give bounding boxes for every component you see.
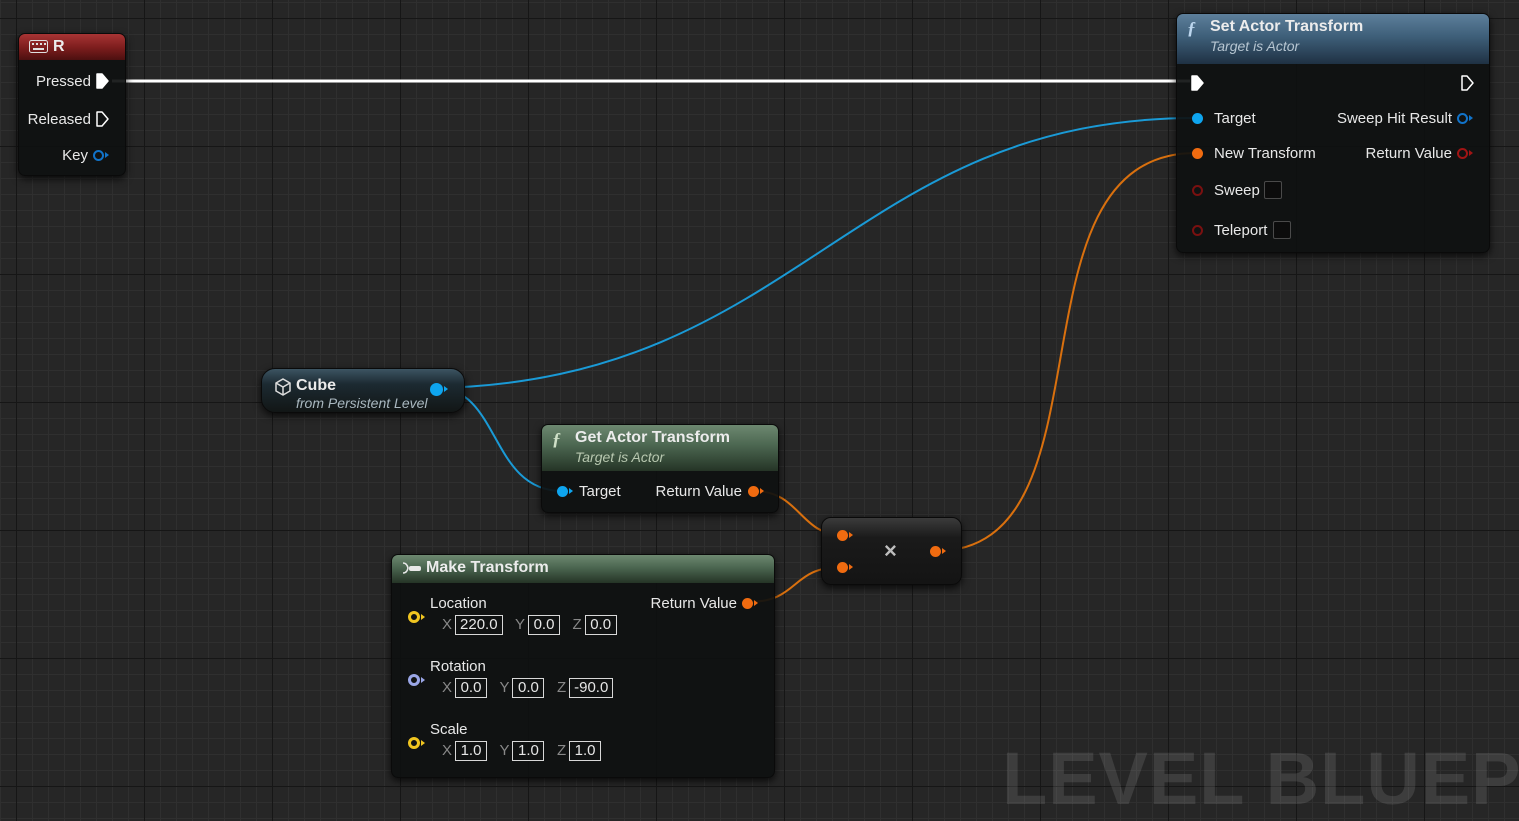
scale-label: Scale [430, 721, 468, 738]
get-return-value-pin[interactable] [748, 486, 759, 497]
get-return-arrow [760, 488, 764, 494]
sweep-pin[interactable] [1192, 185, 1203, 196]
sweep-hit-result-label: Sweep Hit Result [1336, 110, 1452, 127]
pressed-exec-pin[interactable] [96, 73, 109, 89]
teleport-label: Teleport [1214, 222, 1268, 239]
teleport-pin[interactable] [1192, 225, 1203, 236]
released-exec-pin[interactable] [96, 111, 109, 127]
location-x-field[interactable]: 220.0 [455, 615, 503, 635]
multiply-input-a-pin[interactable] [837, 530, 848, 541]
sweep-checkbox[interactable] [1264, 181, 1282, 199]
sweep-hit-result-pin[interactable] [1457, 113, 1468, 124]
released-label: Released [27, 111, 91, 128]
location-y-axis: Y [515, 616, 526, 633]
scale-y-field[interactable]: 1.0 [512, 741, 545, 761]
location-z-axis: Z [572, 616, 582, 633]
rotation-label: Rotation [430, 658, 486, 675]
rotation-x-axis: X [442, 679, 453, 696]
set-actor-transform-header: ƒ Set Actor Transform Target is Actor [1177, 14, 1489, 64]
multiply-a-arrow [849, 532, 853, 538]
rotation-pin[interactable] [408, 674, 420, 686]
make-return-value-label: Return Value [650, 595, 737, 612]
multiply-symbol: × [884, 538, 897, 563]
scale-y-axis: Y [499, 742, 510, 759]
location-fields: X 220.0 Y 0.0 Z 0.0 [442, 615, 625, 635]
location-label: Location [430, 595, 487, 612]
set-actor-transform-title: Set Actor Transform [1210, 18, 1364, 35]
make-return-value-pin[interactable] [742, 598, 753, 609]
get-actor-transform-node[interactable]: ƒ Get Actor Transform Target is Actor Ta… [541, 424, 779, 513]
get-target-arrow [569, 488, 573, 494]
rotation-y-axis: Y [499, 679, 510, 696]
multiply-input-b-pin[interactable] [837, 562, 848, 573]
multiply-transform-node[interactable]: × [821, 517, 962, 585]
new-transform-pin[interactable] [1192, 148, 1203, 159]
scale-pin[interactable] [408, 737, 420, 749]
key-pin-arrow [105, 152, 109, 158]
set-return-arrow [1469, 150, 1473, 156]
set-target-pin[interactable] [1192, 113, 1203, 124]
key-label: Key [62, 147, 88, 164]
set-return-value-pin[interactable] [1457, 148, 1468, 159]
rotation-fields: X 0.0 Y 0.0 Z -90.0 [442, 678, 621, 698]
rotation-z-field[interactable]: -90.0 [569, 678, 614, 698]
set-transform-exec-in-pin[interactable] [1191, 75, 1204, 91]
set-target-label: Target [1214, 110, 1256, 127]
keyboard-icon [29, 40, 48, 58]
sweep-label: Sweep [1214, 182, 1260, 199]
multiply-out-arrow [942, 548, 946, 554]
rotation-z-axis: Z [556, 679, 567, 696]
location-arrow [421, 614, 425, 620]
multiply-output-pin[interactable] [930, 546, 941, 557]
make-transform-title: Make Transform [426, 559, 549, 576]
function-icon: ƒ [1187, 18, 1196, 38]
scale-z-field[interactable]: 1.0 [569, 741, 602, 761]
scale-x-field[interactable]: 1.0 [455, 741, 488, 761]
set-actor-transform-subtitle: Target is Actor [1210, 38, 1300, 54]
rotation-x-field[interactable]: 0.0 [455, 678, 488, 698]
scale-x-axis: X [442, 742, 453, 759]
get-return-value-label: Return Value [655, 483, 742, 500]
cube-output-pin[interactable] [430, 383, 443, 396]
rotation-arrow [421, 677, 425, 683]
cube-title: Cube [296, 377, 336, 394]
rotation-y-field[interactable]: 0.0 [512, 678, 545, 698]
scale-fields: X 1.0 Y 1.0 Z 1.0 [442, 741, 609, 761]
get-actor-transform-title: Get Actor Transform [575, 429, 730, 446]
key-r-event-node[interactable]: R Pressed Released Key [18, 33, 126, 176]
cube-subtitle: from Persistent Level [296, 395, 428, 411]
teleport-checkbox[interactable] [1273, 221, 1291, 239]
pressed-label: Pressed [35, 73, 91, 90]
make-transform-node[interactable]: Make Transform Return Value Location X 22… [391, 554, 775, 778]
cube-icon [274, 378, 292, 401]
get-actor-transform-header: ƒ Get Actor Transform Target is Actor [542, 425, 778, 471]
make-return-arrow [754, 600, 758, 606]
function-icon: ƒ [552, 429, 561, 449]
get-target-label: Target [579, 483, 621, 500]
event-node-title: R [53, 38, 65, 55]
multiply-b-arrow [849, 564, 853, 570]
cube-reference-node[interactable]: Cube from Persistent Level [261, 368, 465, 413]
make-transform-header: Make Transform [392, 555, 774, 583]
location-z-field[interactable]: 0.0 [584, 615, 617, 635]
event-node-header: R [19, 34, 125, 60]
set-return-value-label: Return Value [1365, 145, 1452, 162]
new-transform-label: New Transform [1214, 145, 1316, 162]
key-output-pin[interactable] [93, 150, 104, 161]
location-x-axis: X [442, 616, 453, 633]
cube-to-set-target-wire [436, 117, 1197, 389]
set-actor-transform-node[interactable]: ƒ Set Actor Transform Target is Actor Ta… [1176, 13, 1490, 253]
set-transform-exec-out-pin[interactable] [1461, 75, 1474, 91]
sweep-hit-arrow [1469, 115, 1473, 121]
location-y-field[interactable]: 0.0 [528, 615, 561, 635]
get-target-pin[interactable] [557, 486, 568, 497]
make-struct-icon [402, 561, 422, 580]
scale-arrow [421, 740, 425, 746]
get-actor-transform-subtitle: Target is Actor [575, 449, 665, 465]
location-pin[interactable] [408, 611, 420, 623]
multiply-to-new-transform-wire [935, 152, 1197, 552]
cube-pin-arrow [444, 386, 448, 392]
scale-z-axis: Z [556, 742, 567, 759]
